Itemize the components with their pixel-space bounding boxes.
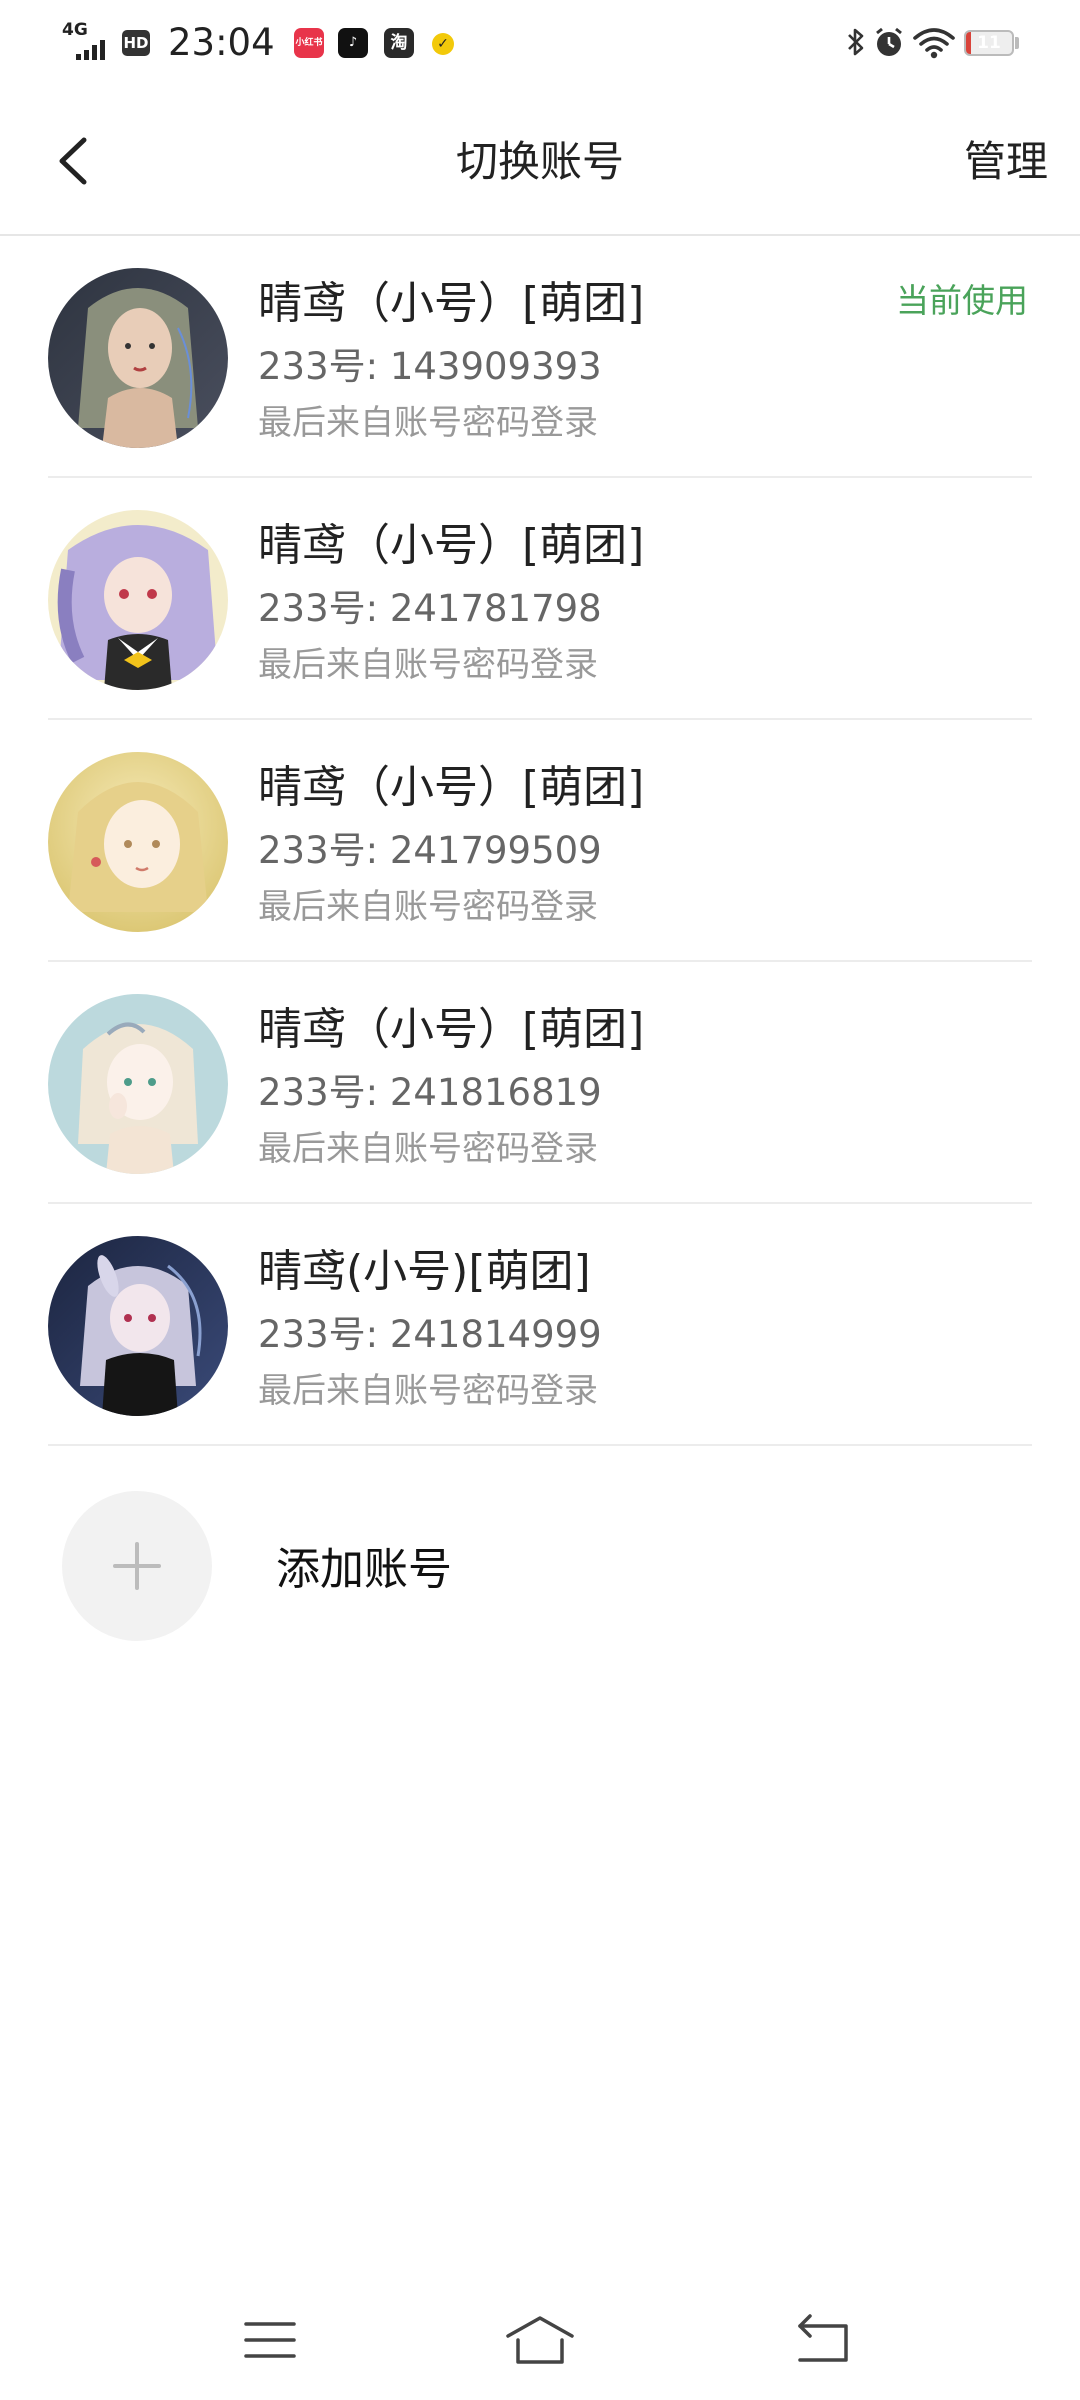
- avatar-image: [48, 510, 228, 690]
- account-last-login: 最后来自账号密码登录: [258, 887, 598, 927]
- account-last-login: 最后来自账号密码登录: [258, 1129, 598, 1169]
- account-name: 晴鸢（小号）[萌团]: [258, 1004, 645, 1055]
- clock-time: 23:04: [168, 21, 275, 64]
- account-id: 233号: 241816819: [258, 1071, 602, 1114]
- battery-tip: [1015, 37, 1019, 49]
- current-account-badge: 当前使用: [896, 281, 1028, 320]
- page-title: 切换账号: [455, 137, 624, 186]
- account-id: 233号: 241814999: [258, 1313, 602, 1356]
- account-last-login: 最后来自账号密码登录: [258, 1371, 598, 1411]
- account-id: 233号: 241799509: [258, 829, 602, 872]
- avatar-image: [48, 994, 228, 1174]
- account-name: 晴鸢（小号）[萌团]: [258, 520, 645, 571]
- avatar: [48, 268, 228, 448]
- avatar-image: [48, 752, 228, 932]
- manage-button[interactable]: 管理: [964, 132, 1048, 192]
- taobao-app-icon: 淘: [384, 28, 414, 58]
- signal-icon: [76, 40, 105, 60]
- top-app-bar: 切换账号 管理: [0, 86, 1080, 236]
- battery-level-text: 11: [977, 33, 1001, 53]
- account-name: 晴鸢（小号）[萌团]: [258, 278, 645, 329]
- avatar-image: [48, 1236, 228, 1416]
- account-item-1[interactable]: 晴鸢（小号）[萌团] 233号: 143909393 最后来自账号密码登录 当前…: [0, 236, 1080, 478]
- system-navigation-bar: [0, 2280, 1080, 2400]
- account-name: 晴鸢（小号）[萌团]: [258, 762, 645, 813]
- wifi-icon: [913, 28, 955, 59]
- plus-icon: [113, 1542, 161, 1590]
- account-item-4[interactable]: 晴鸢（小号）[萌团] 233号: 241816819 最后来自账号密码登录: [0, 962, 1080, 1204]
- add-account-label: 添加账号: [276, 1544, 452, 1595]
- alarm-icon: [876, 27, 902, 56]
- avatar: [48, 510, 228, 690]
- bluetooth-icon: [848, 28, 864, 56]
- avatar: [48, 1236, 228, 1416]
- account-list: 晴鸢（小号）[萌团] 233号: 143909393 最后来自账号密码登录 当前…: [0, 236, 1080, 1446]
- back-arrow-icon: [798, 2314, 848, 2362]
- account-name: 晴鸢(小号)[萌团]: [258, 1246, 591, 1297]
- battery-icon: 11: [964, 30, 1014, 56]
- add-account-circle: [62, 1491, 212, 1641]
- account-id: 233号: 143909393: [258, 345, 602, 388]
- add-account-button[interactable]: 添加账号: [0, 1446, 1080, 1641]
- account-item-3[interactable]: 晴鸢（小号）[萌团] 233号: 241799509 最后来自账号密码登录: [0, 720, 1080, 962]
- notification-app-icon: ✓: [432, 33, 454, 55]
- account-last-login: 最后来自账号密码登录: [258, 645, 598, 685]
- avatar-image: [48, 268, 228, 448]
- status-bar: 4G HD 23:04 小红书 ♪ 淘 ✓ 11: [0, 0, 1080, 86]
- nav-menu-button[interactable]: [230, 2310, 310, 2370]
- home-icon: [506, 2316, 574, 2364]
- network-type: 4G: [62, 20, 88, 40]
- account-item-2[interactable]: 晴鸢（小号）[萌团] 233号: 241781798 最后来自账号密码登录: [0, 478, 1080, 720]
- nav-back-button[interactable]: [782, 2310, 862, 2370]
- avatar: [48, 994, 228, 1174]
- nav-home-button[interactable]: [500, 2310, 580, 2370]
- xiaohongshu-app-icon: 小红书: [294, 28, 324, 58]
- douyin-app-icon: ♪: [338, 28, 368, 58]
- account-item-5[interactable]: 晴鸢(小号)[萌团] 233号: 241814999 最后来自账号密码登录: [0, 1204, 1080, 1446]
- avatar: [48, 752, 228, 932]
- hd-icon: HD: [122, 30, 150, 56]
- account-id: 233号: 241781798: [258, 587, 602, 630]
- account-last-login: 最后来自账号密码登录: [258, 403, 598, 443]
- menu-icon: [244, 2322, 296, 2358]
